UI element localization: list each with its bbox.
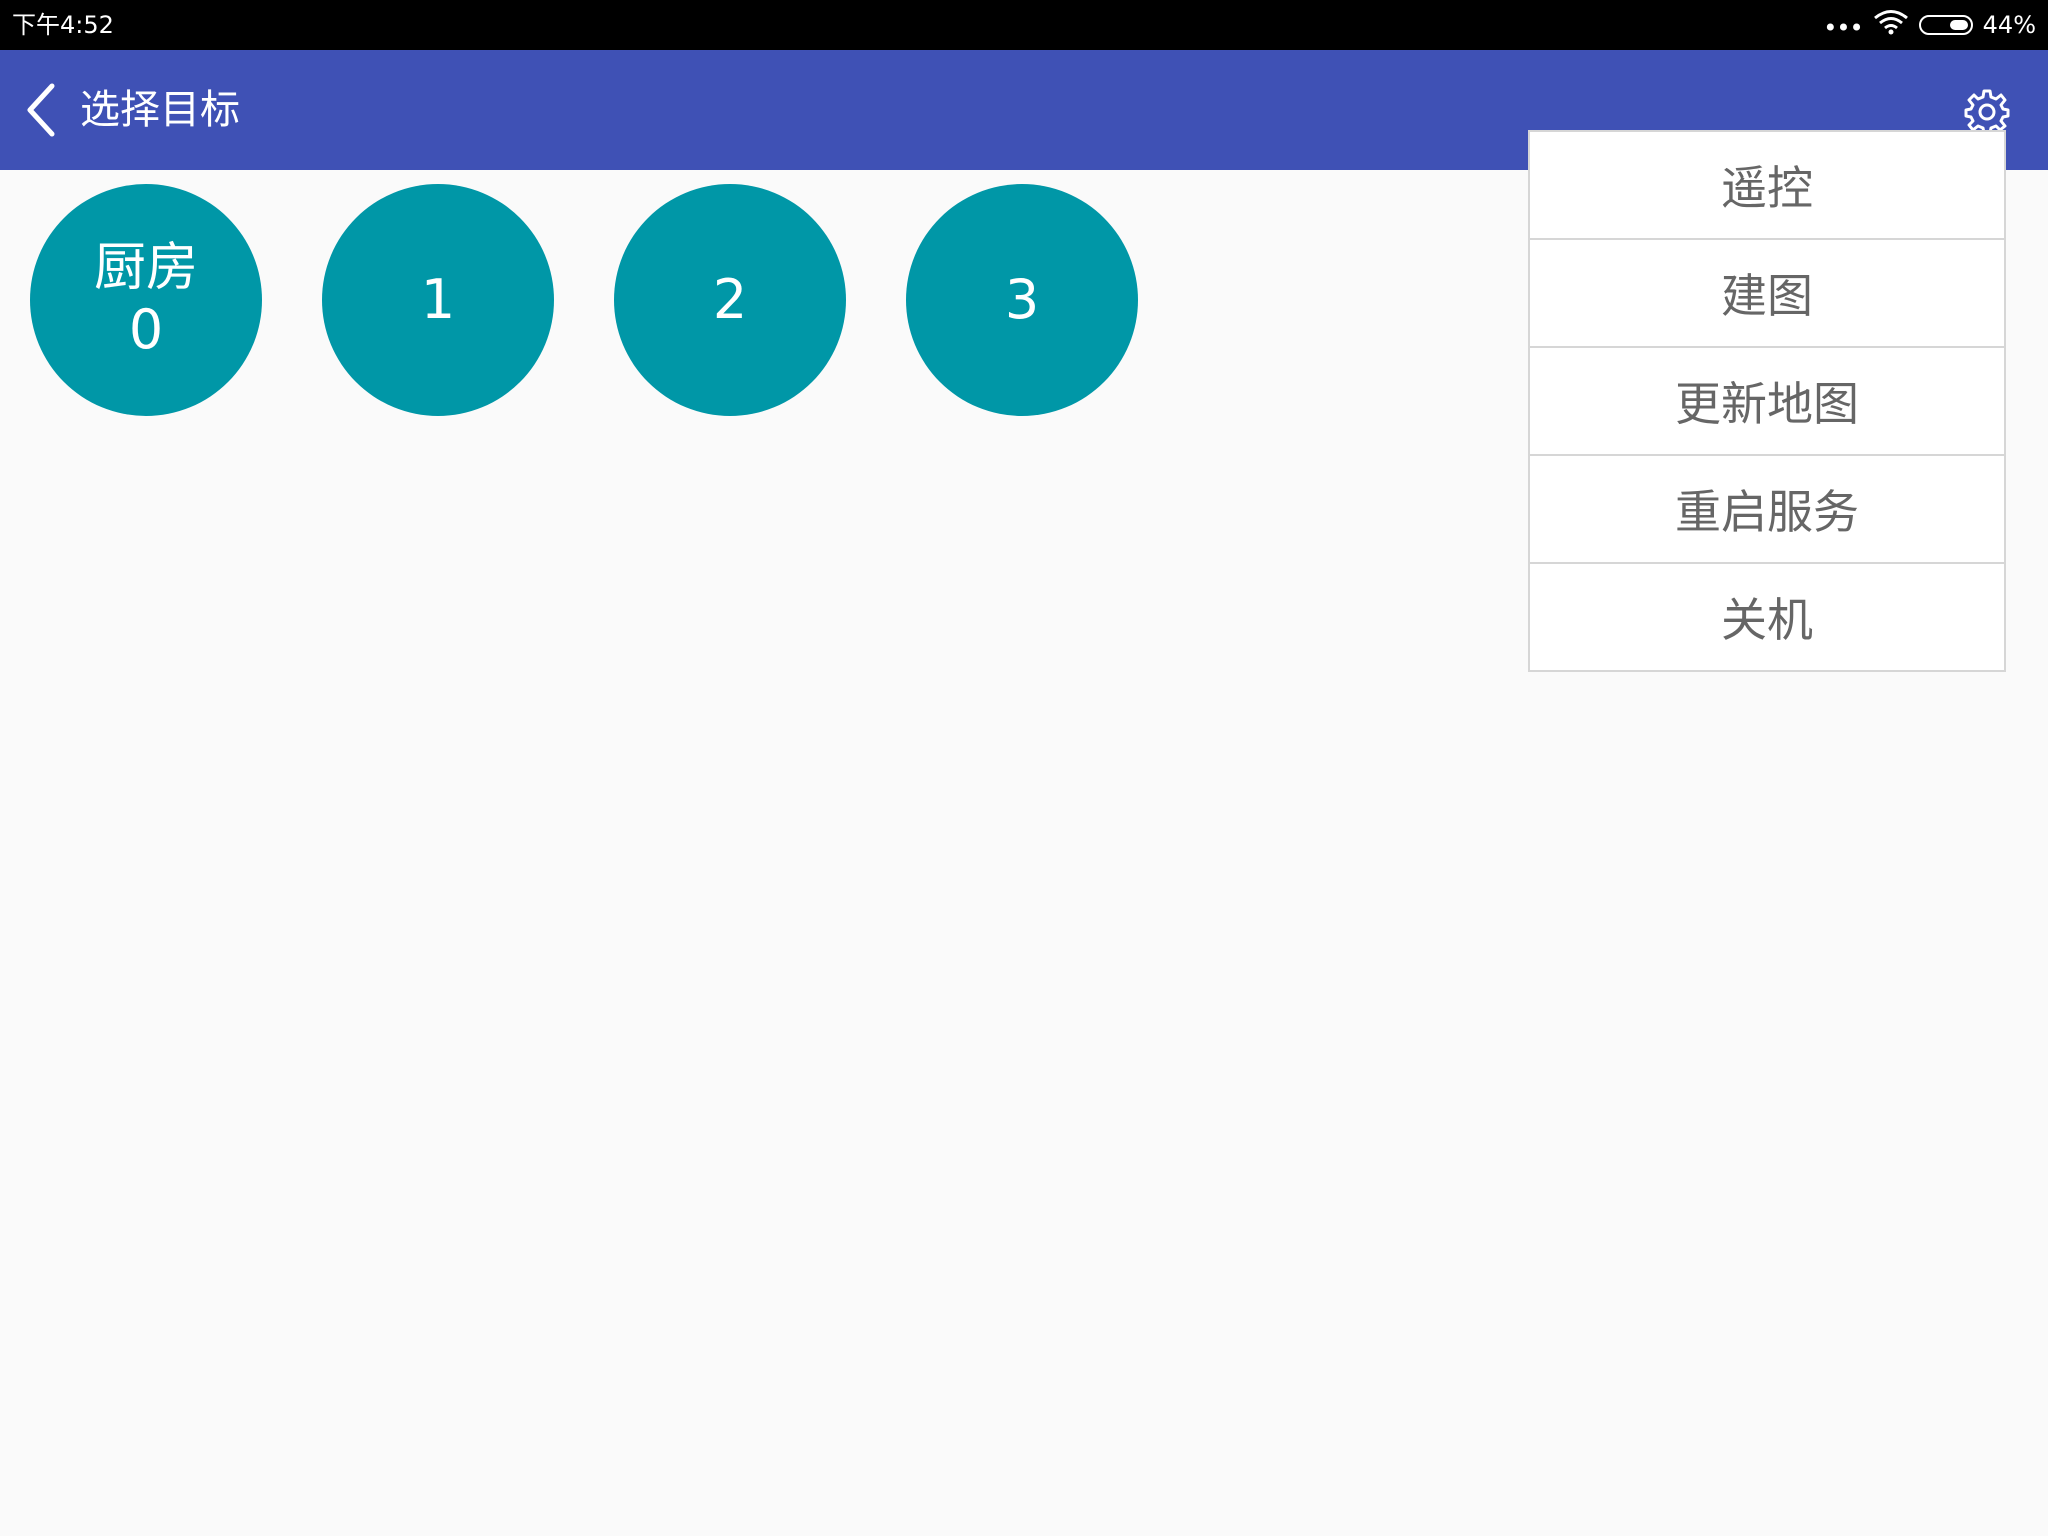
screen: 下午4:52 ••• 44% 选择目标 厨房 0 1 2 3 遥控 建图 更新地… [0, 0, 2048, 1536]
wifi-icon [1873, 9, 1909, 41]
battery-percent: 44% [1982, 11, 2036, 39]
menu-item-build-map[interactable]: 建图 [1530, 240, 2004, 348]
target-button-2[interactable]: 2 [614, 184, 846, 416]
back-button[interactable] [20, 78, 64, 142]
gear-icon [1964, 89, 2010, 135]
target-name: 厨房 [93, 238, 198, 298]
menu-item-update-map[interactable]: 更新地图 [1530, 348, 2004, 456]
target-number: 0 [128, 298, 164, 361]
target-button-1[interactable]: 1 [322, 184, 554, 416]
target-number: 3 [1004, 268, 1040, 331]
menu-item-restart-service[interactable]: 重启服务 [1530, 456, 2004, 564]
settings-menu: 遥控 建图 更新地图 重启服务 关机 [1528, 130, 2006, 672]
page-title: 选择目标 [80, 87, 240, 133]
battery-icon [1918, 15, 1973, 35]
chevron-left-icon [27, 83, 55, 137]
settings-button[interactable] [1964, 88, 2010, 135]
target-button-3[interactable]: 3 [906, 184, 1138, 416]
status-icons: ••• 44% [1823, 8, 2036, 42]
status-time: 下午4:52 [12, 11, 114, 39]
menu-item-remote-control[interactable]: 遥控 [1530, 132, 2004, 240]
target-list: 厨房 0 1 2 3 [30, 184, 1138, 416]
status-bar: 下午4:52 ••• 44% [0, 0, 2048, 50]
more-dots-icon: ••• [1823, 14, 1863, 42]
menu-item-shutdown[interactable]: 关机 [1530, 564, 2004, 670]
target-number: 1 [420, 268, 456, 331]
target-number: 2 [712, 268, 748, 331]
target-button-0[interactable]: 厨房 0 [30, 184, 262, 416]
